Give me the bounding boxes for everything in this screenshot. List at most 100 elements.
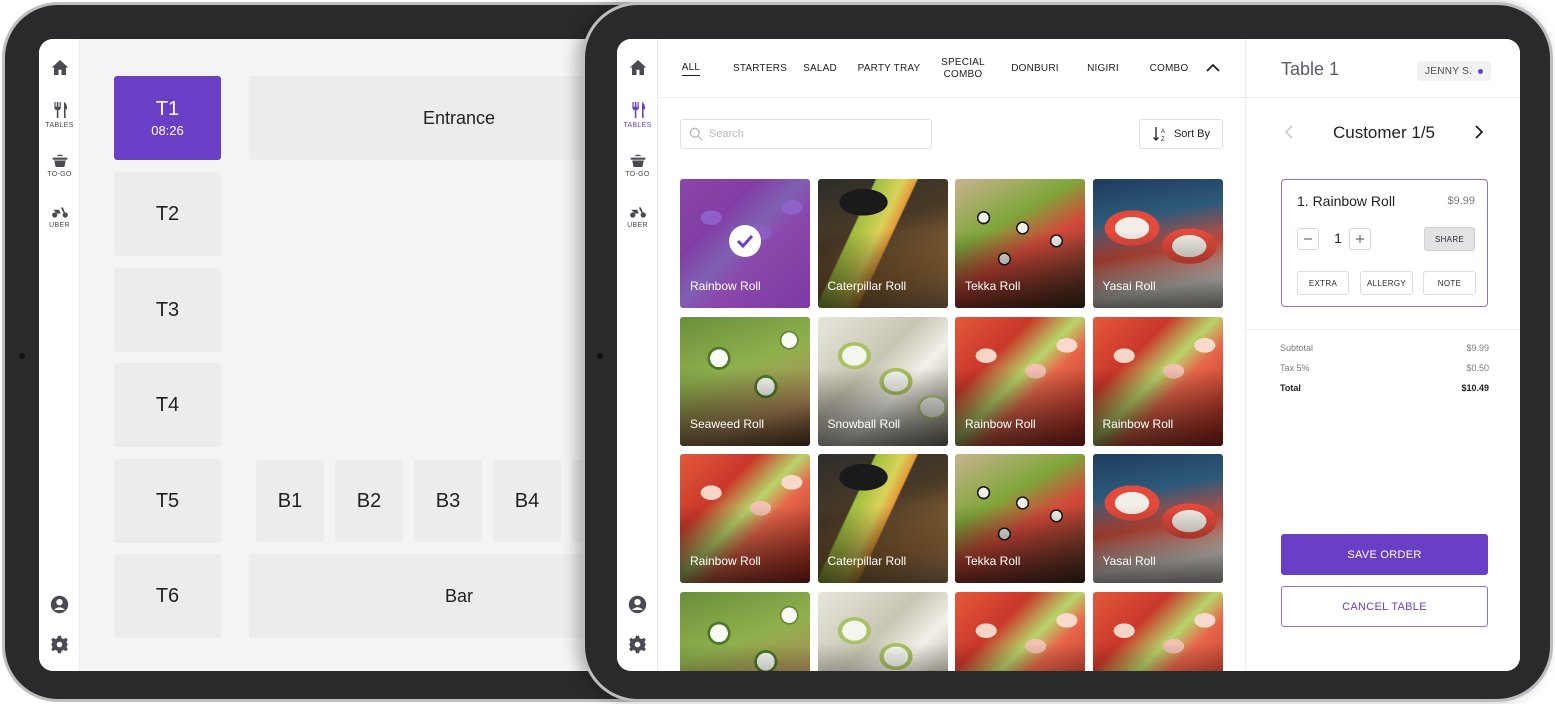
tab-special-combo[interactable]: SPECIAL COMBO <box>938 39 988 98</box>
gear-icon <box>50 635 69 654</box>
menu-item-card[interactable] <box>955 591 1085 671</box>
table-t5[interactable]: T5 <box>114 459 221 543</box>
svg-text:A: A <box>1161 129 1165 135</box>
takeout-icon <box>630 154 645 168</box>
order-item-card[interactable]: 1. Rainbow Roll $9.99 1 SHARE EXTRA ALLE… <box>1281 179 1488 307</box>
menu-item-card[interactable]: Seaweed Roll <box>680 316 810 446</box>
sidebar-item-profile[interactable] <box>39 595 80 614</box>
scooter-icon <box>629 207 646 218</box>
sidebar-item-home[interactable] <box>39 59 80 76</box>
save-order-button[interactable]: SAVE ORDER <box>1281 534 1488 575</box>
booth-b4[interactable]: B4 <box>493 460 561 542</box>
image-shade <box>955 643 1085 671</box>
table-name: T4 <box>155 393 180 416</box>
quantity-value: 1 <box>1334 230 1342 246</box>
sort-button[interactable]: AZ Sort By <box>1139 119 1223 149</box>
order-sidebar: TABLES TO-GO UBER <box>617 39 658 671</box>
sidebar-item-home[interactable] <box>617 59 658 76</box>
tab-party-tray[interactable]: PARTY TRAY <box>854 39 924 98</box>
sidebar-item-settings[interactable] <box>39 635 80 654</box>
table-t3[interactable]: T3 <box>114 268 221 352</box>
table-t4[interactable]: T4 <box>114 363 221 447</box>
total-value: $10.49 <box>1461 383 1489 393</box>
table-name: T3 <box>155 298 180 321</box>
menu-item-card[interactable]: Caterpillar Roll <box>817 179 948 308</box>
menu-item-card[interactable]: Tekka Roll <box>955 454 1085 583</box>
table-t6[interactable]: T6 <box>114 554 221 638</box>
gear-icon <box>628 635 647 654</box>
note-button[interactable]: NOTE <box>1423 271 1476 295</box>
camera-dot <box>19 353 25 359</box>
menu-item-card[interactable]: Rainbow Roll <box>680 179 810 308</box>
order-header: Table 1 JENNY S. <box>1246 39 1520 98</box>
utensils-icon <box>631 102 645 118</box>
floor-sidebar: TABLES TO-GO UBER <box>39 39 80 671</box>
status-dot <box>1478 68 1484 74</box>
tab-label: DONBURI <box>1011 62 1059 74</box>
server-badge[interactable]: JENNY S. <box>1417 61 1492 81</box>
image-shade <box>680 368 810 446</box>
menu-item-card[interactable] <box>680 591 810 671</box>
menu-item-card[interactable]: Yasai Roll <box>1092 179 1223 308</box>
extra-button[interactable]: EXTRA <box>1297 271 1349 295</box>
sidebar-item-uber[interactable]: UBER <box>39 205 80 229</box>
menu-item-name: Seaweed Roll <box>690 416 765 431</box>
allergy-button[interactable]: ALLERGY <box>1360 271 1413 295</box>
tab-donburi[interactable]: DONBURI <box>1007 39 1063 98</box>
sidebar-label: UBER <box>627 222 648 229</box>
sidebar-label: TO-GO <box>625 171 650 178</box>
share-button[interactable]: SHARE <box>1424 227 1475 251</box>
menu-item-card[interactable]: Snowball Roll <box>817 316 948 446</box>
sidebar-item-tables[interactable]: TABLES <box>617 101 658 129</box>
menu-item-name: Rainbow Roll <box>690 279 761 293</box>
table-t1[interactable]: T1 08:26 <box>114 76 221 160</box>
sort-az-icon: AZ <box>1152 127 1165 142</box>
tab-all[interactable]: ALL <box>676 39 706 98</box>
total-label: Total <box>1280 383 1301 393</box>
booth-b1[interactable]: B1 <box>256 460 324 542</box>
cancel-table-button[interactable]: CANCEL TABLE <box>1281 586 1488 627</box>
sidebar-item-to-go[interactable]: TO-GO <box>617 153 658 178</box>
menu-item-card[interactable]: Caterpillar Roll <box>817 454 948 583</box>
increase-qty-button[interactable] <box>1349 228 1371 250</box>
chevron-right-icon[interactable] <box>1469 123 1487 141</box>
tab-nigiri[interactable]: NIGIRI <box>1081 39 1125 98</box>
order-panel: Table 1 JENNY S. Customer 1/5 1. Rainbow… <box>1245 39 1520 671</box>
sidebar-item-uber[interactable]: UBER <box>617 205 658 229</box>
tab-salad[interactable]: SALAD <box>800 39 840 98</box>
tab-starters[interactable]: STARTERS <box>730 39 790 98</box>
tab-label: STARTERS <box>732 62 788 74</box>
menu-item-card[interactable] <box>1092 591 1223 671</box>
table-t2[interactable]: T2 <box>114 172 221 256</box>
menu-item-card[interactable] <box>817 591 948 671</box>
sidebar-item-to-go[interactable]: TO-GO <box>39 153 80 178</box>
user-icon <box>50 595 69 614</box>
search-input[interactable] <box>709 128 919 140</box>
tab-label: NIGIRI <box>1087 62 1119 74</box>
sidebar-item-tables[interactable]: TABLES <box>39 101 80 129</box>
image-shade <box>1092 368 1223 446</box>
tablet-order: TABLES TO-GO UBER ALL STARTERS SALAD PAR… <box>582 2 1553 702</box>
tab-label: COMBO <box>1149 62 1189 74</box>
table-name: T5 <box>155 489 180 512</box>
customer-nav: Customer 1/5 <box>1281 121 1487 143</box>
menu-item-card[interactable]: Rainbow Roll <box>955 316 1085 446</box>
scooter-icon <box>51 207 68 218</box>
decrease-qty-button[interactable] <box>1297 228 1319 250</box>
chevron-up-icon[interactable] <box>1204 59 1222 77</box>
plus-icon <box>1356 235 1364 243</box>
tax-label: Tax 5% <box>1280 363 1310 373</box>
tab-combo[interactable]: COMBO <box>1146 39 1192 98</box>
sidebar-item-profile[interactable] <box>617 595 658 614</box>
menu-item-name: Rainbow Roll <box>690 554 761 568</box>
table-name: T2 <box>155 202 180 225</box>
menu-item-card[interactable]: Rainbow Roll <box>1092 316 1223 446</box>
menu-item-name: Yasai Roll <box>1102 554 1156 568</box>
svg-text:Z: Z <box>1161 137 1165 142</box>
menu-item-card[interactable]: Yasai Roll <box>1092 454 1223 583</box>
menu-item-card[interactable]: Tekka Roll <box>955 179 1085 308</box>
booth-b3[interactable]: B3 <box>414 460 482 542</box>
menu-item-card[interactable]: Rainbow Roll <box>680 454 810 583</box>
booth-b2[interactable]: B2 <box>335 460 403 542</box>
sidebar-item-settings[interactable] <box>617 635 658 654</box>
